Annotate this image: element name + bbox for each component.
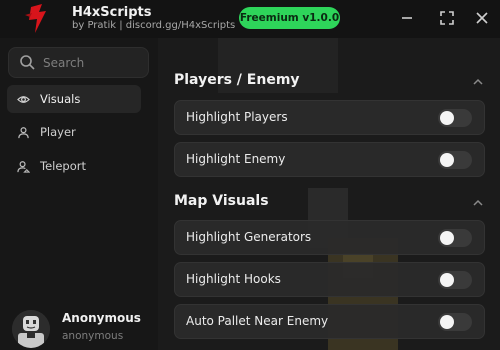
maximize-icon bbox=[440, 11, 454, 25]
close-icon bbox=[476, 12, 488, 24]
profile-name: Anonymous bbox=[62, 311, 141, 325]
logo-icon bbox=[25, 4, 46, 33]
app-title: H4xScripts bbox=[72, 5, 152, 20]
app-subtitle: by Pratik | discord.gg/H4xScripts bbox=[72, 20, 236, 31]
search-icon bbox=[20, 55, 35, 70]
section-title-map-visuals: Map Visuals bbox=[174, 193, 269, 209]
toggle-row-highlight-enemy[interactable]: Highlight Enemy bbox=[174, 142, 485, 177]
chevron-up-icon[interactable] bbox=[472, 197, 484, 209]
option-label: Highlight Generators bbox=[186, 230, 312, 244]
avatar bbox=[12, 310, 50, 348]
avatar-icon bbox=[12, 310, 50, 348]
toggle-row-highlight-generators[interactable]: Highlight Generators bbox=[174, 220, 485, 255]
highlight-hooks-toggle[interactable] bbox=[438, 271, 472, 289]
sidebar-item-label: Player bbox=[40, 125, 76, 139]
search-input[interactable] bbox=[43, 53, 143, 73]
close-button[interactable] bbox=[473, 9, 491, 27]
option-label: Highlight Hooks bbox=[186, 272, 281, 286]
sidebar-item-label: Visuals bbox=[40, 92, 81, 106]
toggle-knob bbox=[440, 273, 454, 287]
user-profile: Anonymous anonymous bbox=[10, 308, 155, 350]
option-label: Highlight Enemy bbox=[186, 152, 286, 166]
sidebar-item-visuals[interactable]: Visuals bbox=[7, 85, 141, 113]
user-pin-icon bbox=[17, 160, 30, 173]
sidebar: Visuals Player Teleport Ano bbox=[0, 38, 158, 350]
section-title-players-enemy: Players / Enemy bbox=[174, 72, 300, 88]
main-panel: Players / Enemy Highlight Players Highli… bbox=[158, 38, 500, 350]
user-icon bbox=[18, 126, 29, 138]
minimize-button[interactable] bbox=[398, 9, 416, 27]
profile-handle: anonymous bbox=[62, 330, 124, 342]
minimize-icon bbox=[402, 17, 412, 19]
toggle-row-highlight-players[interactable]: Highlight Players bbox=[174, 100, 485, 135]
highlight-generators-toggle[interactable] bbox=[438, 229, 472, 247]
auto-pallet-toggle[interactable] bbox=[438, 313, 472, 331]
toggle-row-highlight-hooks[interactable]: Highlight Hooks bbox=[174, 262, 485, 297]
maximize-button[interactable] bbox=[438, 9, 456, 27]
sidebar-item-teleport[interactable]: Teleport bbox=[7, 152, 141, 180]
toggle-row-auto-pallet[interactable]: Auto Pallet Near Enemy bbox=[174, 304, 485, 339]
toggle-knob bbox=[440, 231, 454, 245]
version-badge: Freemium v1.0.0 bbox=[239, 7, 340, 29]
option-label: Auto Pallet Near Enemy bbox=[186, 314, 329, 328]
chevron-up-icon[interactable] bbox=[472, 76, 484, 88]
title-bar: H4xScripts by Pratik | discord.gg/H4xScr… bbox=[0, 0, 500, 38]
highlight-players-toggle[interactable] bbox=[438, 109, 472, 127]
search-box[interactable] bbox=[8, 47, 149, 78]
option-label: Highlight Players bbox=[186, 110, 288, 124]
highlight-enemy-toggle[interactable] bbox=[438, 151, 472, 169]
toggle-knob bbox=[440, 153, 454, 167]
sidebar-item-label: Teleport bbox=[40, 159, 86, 173]
eye-icon bbox=[17, 95, 30, 103]
sidebar-item-player[interactable]: Player bbox=[7, 118, 141, 146]
toggle-knob bbox=[440, 111, 454, 125]
toggle-knob bbox=[440, 315, 454, 329]
